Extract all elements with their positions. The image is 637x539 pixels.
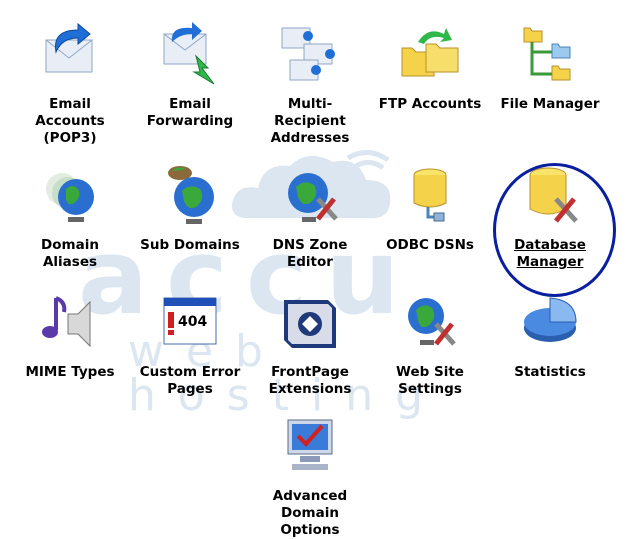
email-forwarding-item[interactable]: Email Forwarding: [130, 22, 250, 130]
item-label: Advanced Domain Options: [272, 488, 348, 538]
item-label: Custom Error Pages: [139, 364, 241, 397]
item-label: Sub Domains: [140, 237, 240, 253]
item-label: MIME Types: [25, 364, 115, 380]
error-badge-text: 404: [178, 314, 207, 330]
sub-domains-item[interactable]: Sub Domains: [130, 163, 250, 254]
envelope-icon: [45, 22, 93, 73]
multi-envelope-icon: [281, 27, 335, 81]
globe-segment-icon: [168, 166, 214, 224]
highlight-circle: [493, 163, 616, 297]
item-label: Email Forwarding: [146, 96, 234, 129]
item-label: Email Accounts (POP3): [35, 96, 105, 146]
pie-chart-icon: [524, 297, 577, 342]
frontpage-extensions-item[interactable]: FrontPage Extensions: [250, 290, 370, 398]
mime-types-item[interactable]: MIME Types: [10, 290, 130, 381]
ftp-accounts-item[interactable]: FTP Accounts: [370, 22, 490, 113]
custom-error-pages-item[interactable]: 404 Custom Error Pages: [130, 290, 250, 398]
item-label: Domain Aliases: [41, 237, 99, 270]
feature-grid: Email Accounts (POP3) Email Forwarding M…: [0, 0, 637, 539]
folder-transfer-icon: [401, 28, 459, 77]
globe-tools-icon: [288, 173, 338, 222]
email-accounts-item[interactable]: Email Accounts (POP3): [10, 22, 130, 147]
web-site-settings-item[interactable]: Web Site Settings: [370, 290, 490, 398]
database-plug-icon: [413, 168, 447, 222]
dns-zone-editor-item[interactable]: DNS Zone Editor: [250, 163, 370, 271]
item-label: Web Site Settings: [396, 364, 464, 397]
globe-settings-icon: [408, 298, 456, 346]
music-speaker-icon: [42, 296, 91, 348]
folder-tree-icon: [523, 27, 571, 81]
item-label: Statistics: [514, 364, 586, 380]
item-label: FrontPage Extensions: [268, 364, 352, 397]
item-label: DNS Zone Editor: [272, 237, 348, 270]
item-label: Multi- Recipient Addresses: [270, 96, 350, 146]
envelope-forward-icon: [163, 22, 215, 85]
advanced-domain-options-item[interactable]: Advanced Domain Options: [250, 414, 370, 539]
domain-aliases-item[interactable]: Domain Aliases: [10, 163, 130, 271]
error-page-icon: 404: [163, 297, 217, 345]
frontpage-box-icon: [284, 300, 336, 348]
file-manager-item[interactable]: File Manager: [490, 22, 610, 113]
statistics-item[interactable]: Statistics: [490, 290, 610, 381]
globe-stack-icon: [46, 173, 94, 222]
item-label: ODBC DSNs: [386, 237, 474, 253]
odbc-dsns-item[interactable]: ODBC DSNs: [370, 163, 490, 254]
multi-recipient-item[interactable]: Multi- Recipient Addresses: [250, 22, 370, 147]
monitor-check-icon: [287, 419, 333, 470]
item-label: FTP Accounts: [378, 96, 482, 112]
item-label: File Manager: [500, 96, 600, 112]
